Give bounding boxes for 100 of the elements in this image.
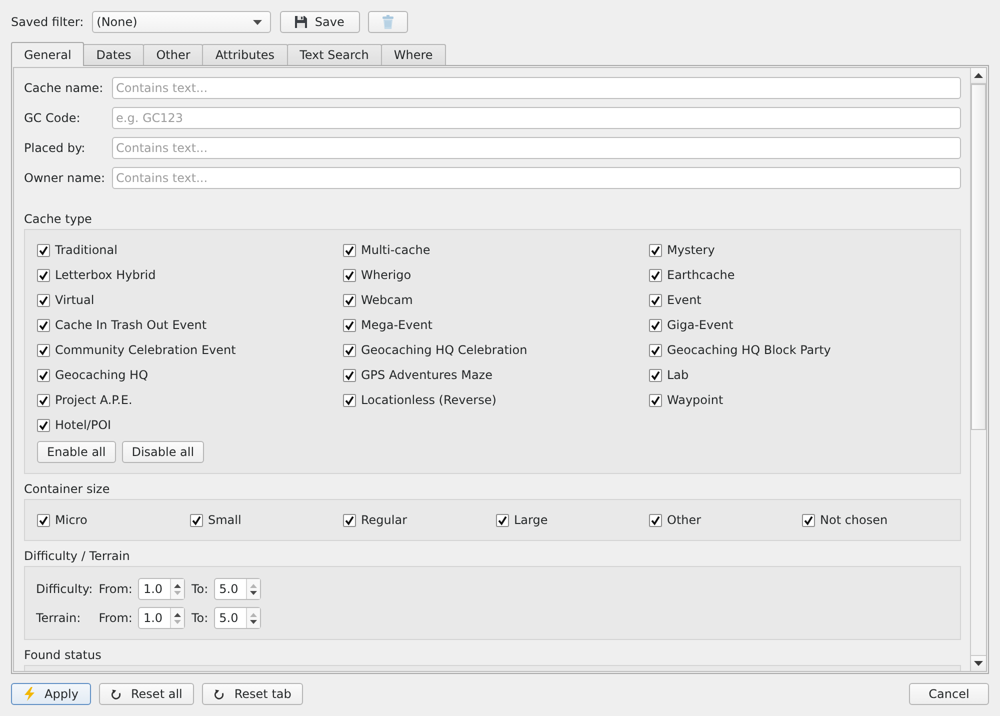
field-label: Placed by: (24, 141, 86, 155)
scroll-up-button[interactable] (971, 68, 986, 84)
tab[interactable]: Other (143, 44, 204, 65)
apply-button[interactable]: Apply (11, 683, 91, 705)
checkbox[interactable] (343, 244, 356, 256)
checkbox-label: Geocaching HQ Block Party (667, 343, 831, 357)
section-title: Cache type (24, 211, 93, 227)
cancel-button[interactable]: Cancel (909, 683, 989, 705)
up-arrow-icon[interactable] (174, 584, 182, 588)
spin-box[interactable]: 5.0 (214, 607, 262, 629)
checkbox-label: Large (514, 513, 548, 527)
checkbox-label: Mega-Event (361, 318, 432, 332)
checkbox-label: Virtual (55, 293, 94, 307)
reset-button[interactable]: Reset tab (202, 683, 304, 705)
lightning-icon (24, 687, 35, 701)
checkbox[interactable] (649, 244, 662, 256)
checkbox-label: GPS Adventures Maze (361, 368, 492, 382)
tab[interactable]: Attributes (202, 44, 288, 65)
checkbox[interactable] (190, 514, 203, 526)
scroll-thumb[interactable] (971, 84, 986, 430)
scrollbar[interactable] (970, 68, 986, 671)
field-label: Owner name: (24, 171, 106, 185)
checkbox[interactable] (37, 318, 50, 332)
checkbox-label: Webcam (361, 293, 413, 307)
circular-arrow-icon (214, 688, 226, 700)
checkbox-label: Cache In Trash Out Event (55, 318, 207, 332)
triangle-down-icon (974, 661, 983, 666)
text-field[interactable]: e.g. GC123 (112, 107, 961, 129)
checkbox-label: Geocaching HQ (55, 368, 148, 382)
checkbox-label: Regular (361, 513, 408, 527)
section-title: Found status (24, 647, 102, 663)
checkbox[interactable] (37, 394, 50, 406)
filter-label: Saved filter: (11, 15, 84, 29)
checkbox-label: Community Celebration Event (55, 343, 236, 357)
toggle-all-button[interactable]: Enable all (37, 441, 116, 463)
checkbox[interactable] (649, 514, 662, 526)
checkbox[interactable] (343, 318, 356, 332)
checkbox-label: Other (667, 513, 702, 527)
checkbox-label: Wherigo (361, 268, 412, 282)
checkbox[interactable] (37, 244, 50, 256)
down-arrow-icon[interactable] (250, 590, 258, 594)
section-title: Container size (24, 481, 111, 497)
checkbox[interactable] (649, 268, 662, 282)
from-label: From: (98, 611, 132, 625)
checkbox[interactable] (343, 294, 356, 306)
checkbox[interactable] (343, 368, 356, 382)
checkbox[interactable] (37, 344, 50, 356)
checkbox[interactable] (649, 394, 662, 406)
checkbox-label: Earthcache (667, 268, 735, 282)
filter-combo[interactable]: (None) (92, 11, 271, 33)
spin-box[interactable]: 5.0 (214, 578, 262, 600)
to-label: To: (191, 582, 208, 596)
checkbox-label: Letterbox Hybrid (55, 268, 156, 282)
checkbox[interactable] (649, 294, 662, 306)
checkbox[interactable] (802, 514, 815, 526)
down-arrow-icon[interactable] (250, 620, 258, 624)
row-label: Terrain: (36, 611, 82, 625)
checkbox[interactable] (343, 514, 356, 526)
checkbox-label: Hotel/POI (55, 418, 112, 432)
triangle-up-icon (974, 73, 983, 78)
tab[interactable]: Where (380, 44, 446, 65)
text-field[interactable]: Contains text... (112, 137, 961, 159)
checkbox-label: Small (208, 513, 242, 527)
checkbox[interactable] (37, 514, 50, 526)
checkbox-label: Micro (55, 513, 88, 527)
circular-arrow-icon (111, 688, 122, 700)
checkbox[interactable] (37, 294, 50, 306)
caret-icon (252, 20, 262, 24)
tab[interactable]: Dates (83, 44, 144, 65)
checkbox[interactable] (343, 268, 356, 282)
spin-box[interactable]: 1.0 (138, 607, 186, 629)
checkbox-label: Mystery (667, 243, 715, 257)
checkbox-label: Giga-Event (667, 318, 734, 332)
checkbox[interactable] (496, 514, 509, 526)
checkbox[interactable] (649, 344, 662, 356)
checkbox[interactable] (343, 394, 356, 406)
checkbox[interactable] (37, 368, 50, 382)
checkbox-label: Traditional (55, 243, 118, 257)
checkbox[interactable] (37, 418, 50, 432)
section-title: Difficulty / Terrain (24, 548, 131, 564)
checkbox-label: Not chosen (820, 513, 888, 527)
checkbox[interactable] (37, 268, 50, 282)
text-field[interactable]: Contains text... (112, 167, 961, 189)
checkbox-label: Locationless (Reverse) (361, 393, 496, 407)
checkbox-label: Multi-cache (361, 243, 430, 257)
text-field[interactable]: Contains text... (112, 77, 961, 99)
tab[interactable]: Text Search (286, 44, 382, 65)
checkbox[interactable] (649, 368, 662, 382)
save-button[interactable]: Save (280, 11, 360, 33)
checkbox-label: Geocaching HQ Celebration (361, 343, 528, 357)
checkbox[interactable] (343, 344, 356, 356)
spin-box[interactable]: 1.0 (138, 578, 186, 600)
field-label: GC Code: (24, 111, 82, 125)
scroll-down-button[interactable] (971, 655, 986, 671)
toggle-all-button[interactable]: Disable all (122, 441, 204, 463)
row-label: Difficulty: (36, 582, 93, 596)
tab[interactable]: General (11, 42, 84, 66)
checkbox[interactable] (649, 318, 662, 332)
reset-button[interactable]: Reset all (99, 683, 194, 705)
up-arrow-icon[interactable] (174, 612, 182, 616)
